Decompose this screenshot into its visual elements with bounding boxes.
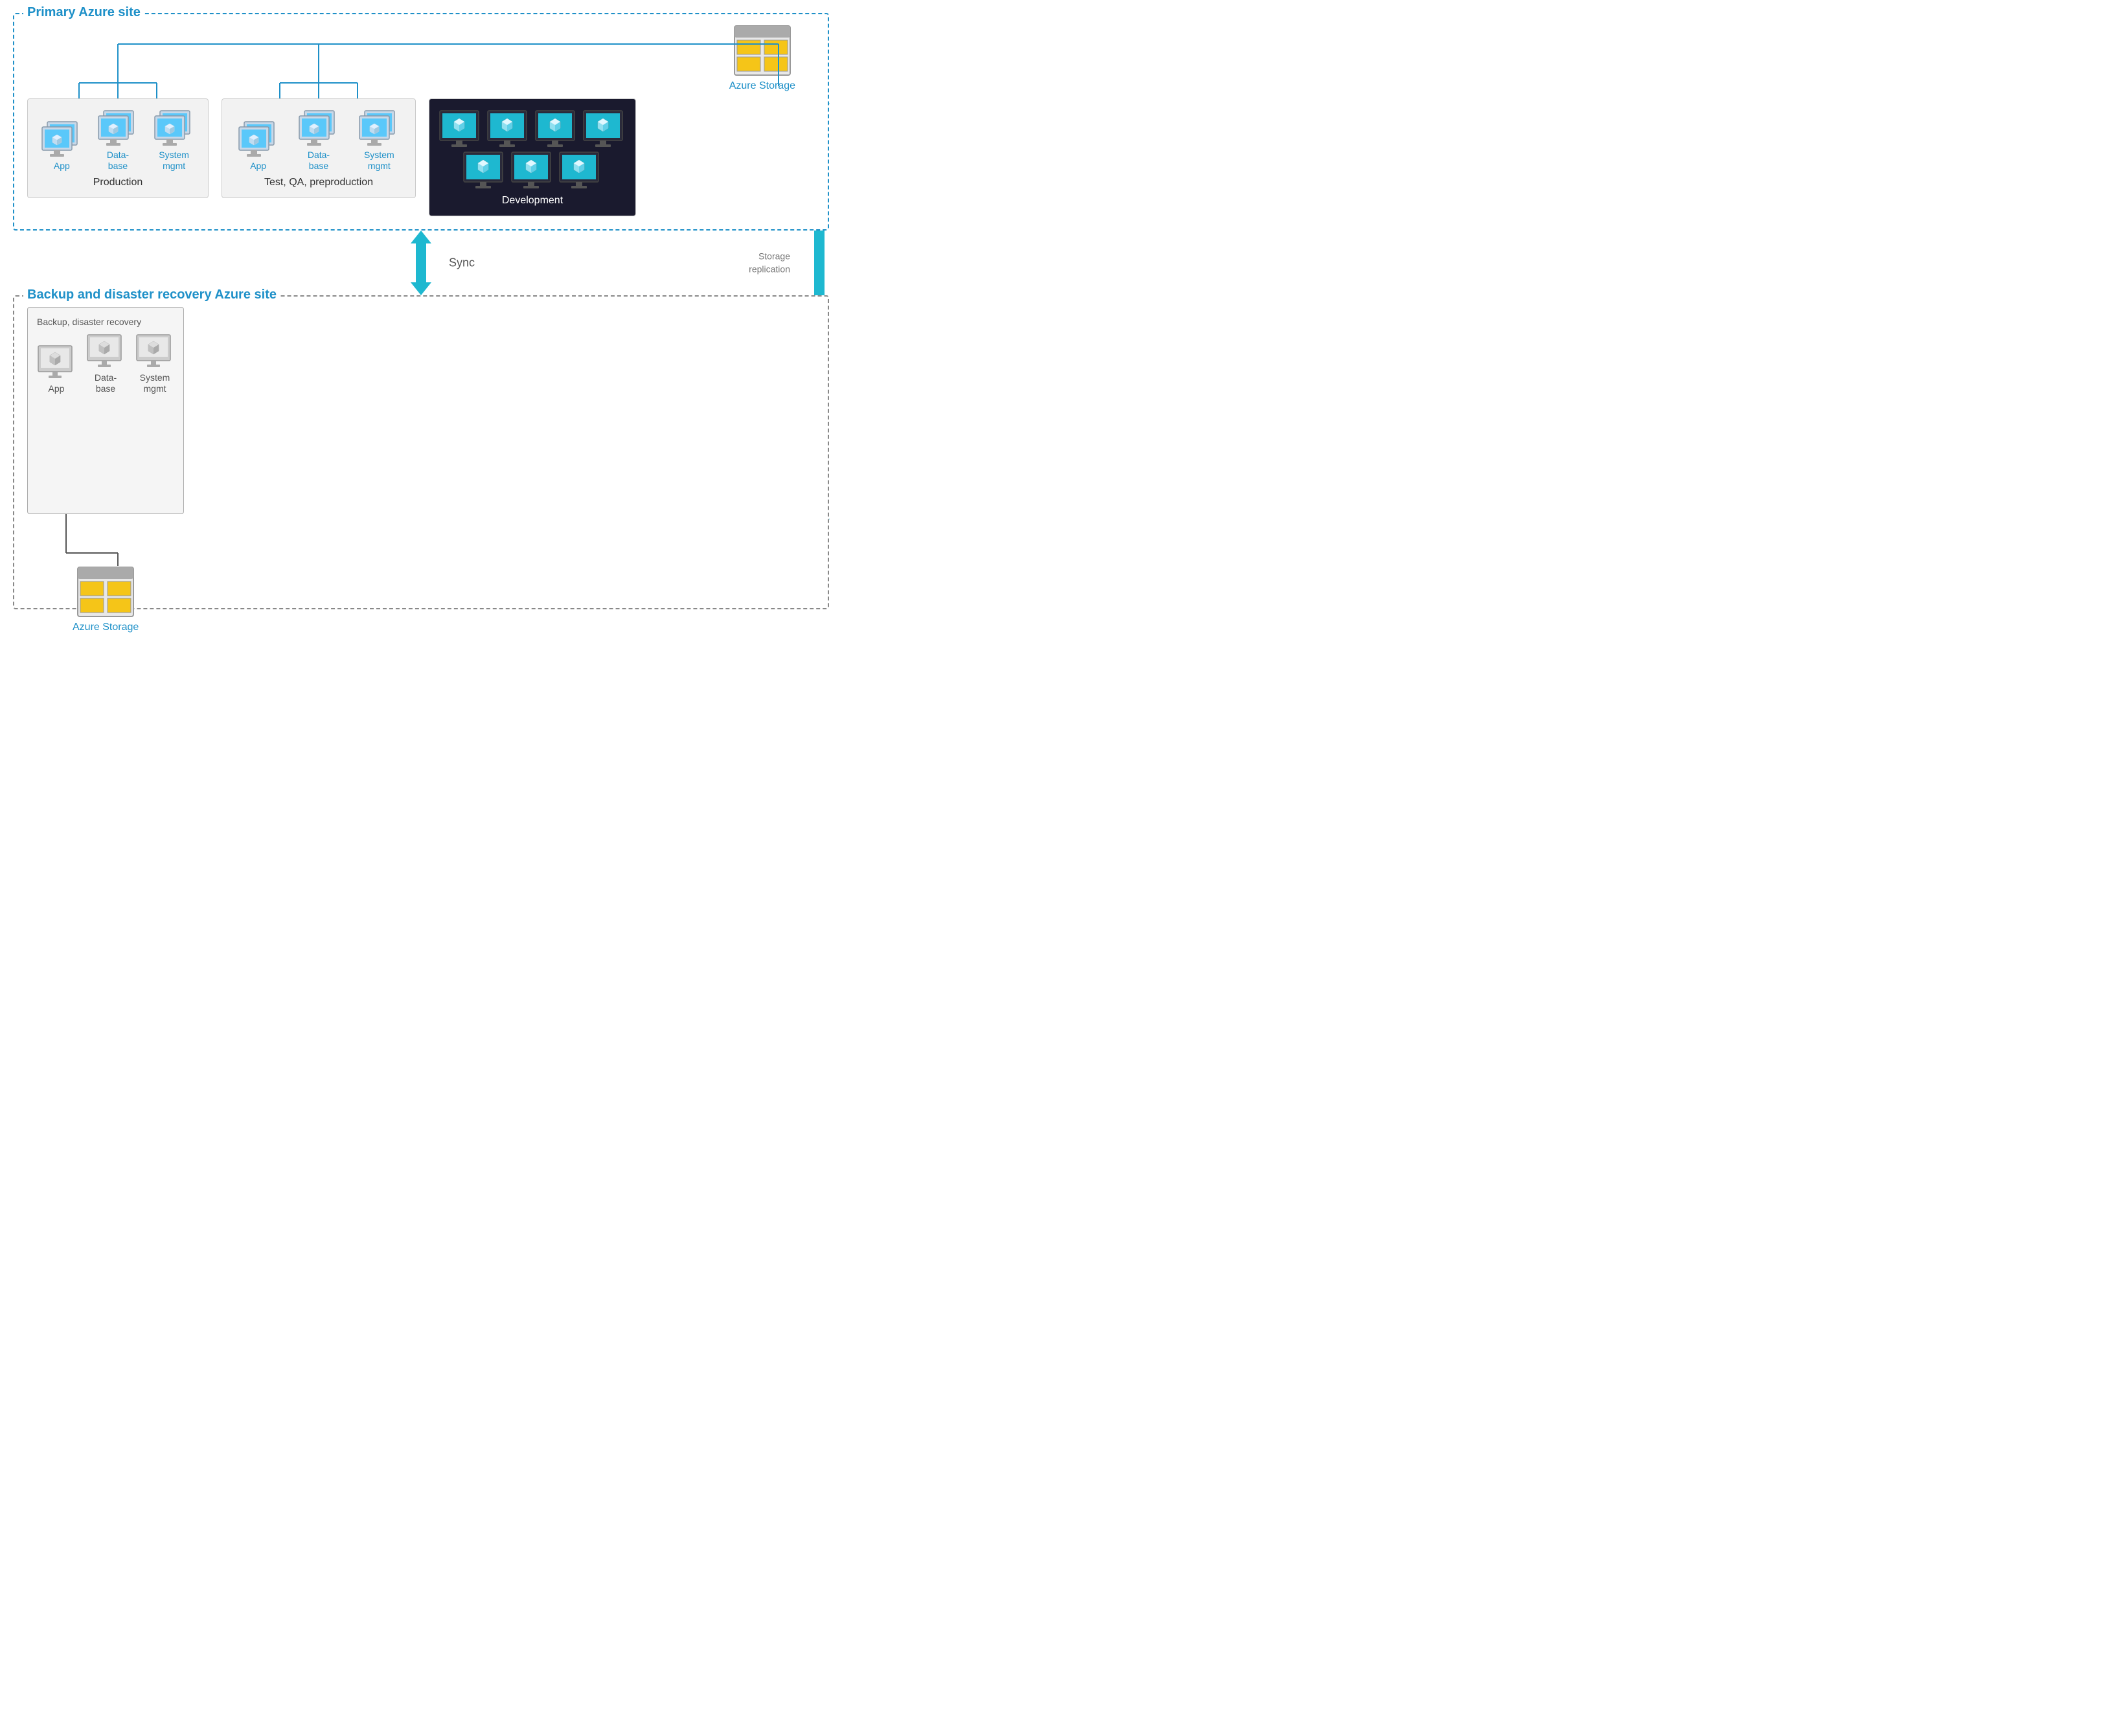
app-cluster-backup: App — [37, 344, 76, 394]
production-group: App — [27, 98, 209, 198]
sync-area: Sync Storage replication — [13, 231, 829, 295]
app-label-prod: App — [54, 161, 70, 172]
dev-bottom-row — [462, 151, 602, 190]
primary-storage-label: Azure Storage — [729, 80, 795, 92]
backup-clusters-row: App — [37, 333, 174, 394]
dev-monitor-7 — [558, 151, 602, 190]
sysmgmt-cluster-backup: Systemmgmt — [135, 333, 174, 394]
dev-top-row — [438, 109, 626, 148]
dev-monitor-1 — [438, 109, 483, 148]
sync-label: Sync — [449, 256, 475, 270]
dev-monitor-6 — [510, 151, 554, 190]
dev-monitor-2 — [486, 109, 530, 148]
sysmgmt-label-prod: Systemmgmt — [159, 150, 189, 172]
backup-site: Backup and disaster recovery Azure site … — [13, 295, 829, 609]
production-clusters: App — [37, 109, 199, 172]
sysmgmt-label-backup: Systemmgmt — [140, 372, 170, 394]
backup-vm-box: Backup, disaster recovery — [27, 307, 184, 514]
backup-storage-block: Azure Storage — [73, 566, 139, 633]
app-label-testqa: App — [250, 161, 266, 172]
primary-site-label: Primary Azure site — [23, 5, 144, 20]
vm-groups-row: App — [27, 98, 815, 216]
dev-monitor-4 — [582, 109, 626, 148]
database-cluster-prod: Data-base — [97, 109, 139, 172]
database-label-backup: Data-base — [95, 372, 117, 394]
app-cluster-prod: App — [41, 120, 82, 172]
monitor-stack-app-testqa — [238, 120, 279, 158]
testqa-clusters: App — [231, 109, 406, 172]
database-cluster-backup: Data-base — [86, 333, 125, 394]
backup-site-label: Backup and disaster recovery Azure site — [23, 287, 280, 302]
backup-storage-label: Azure Storage — [73, 622, 139, 633]
database-label-prod: Data-base — [107, 150, 129, 172]
database-cluster-testqa: Data-base — [298, 109, 339, 172]
monitor-grey-db — [86, 333, 125, 370]
production-label: Production — [37, 177, 199, 188]
backup-box-label: Backup, disaster recovery — [37, 317, 174, 327]
testqa-group: App — [222, 98, 416, 198]
development-label: Development — [438, 195, 626, 207]
sysmgmt-label-testqa: Systemmgmt — [364, 150, 394, 172]
primary-top-area: Azure Storage — [27, 25, 815, 92]
development-grid — [438, 109, 626, 190]
storage-replication-label: Storage replication — [749, 250, 790, 275]
primary-site: Primary Azure site — [13, 13, 829, 231]
backup-left: Backup, disaster recovery — [27, 307, 189, 595]
monitor-grey-app — [37, 344, 76, 381]
sysmgmt-cluster-testqa: Systemmgmt — [358, 109, 400, 172]
development-group: Development — [429, 98, 636, 216]
diagram-wrapper: Primary Azure site — [13, 13, 829, 609]
dev-monitor-3 — [534, 109, 578, 148]
database-label-testqa: Data-base — [308, 150, 330, 172]
testqa-label: Test, QA, preproduction — [231, 177, 406, 188]
primary-storage-block: Azure Storage — [729, 25, 795, 92]
monitor-stack-sysmgmt-testqa — [358, 109, 400, 147]
sysmgmt-cluster-prod: Systemmgmt — [154, 109, 195, 172]
monitor-stack-db-testqa — [298, 109, 339, 147]
app-cluster-testqa: App — [238, 120, 279, 172]
monitor-stack-sysmgmt-prod — [154, 109, 195, 147]
app-label-backup: App — [49, 383, 65, 394]
monitor-stack-db-prod — [97, 109, 139, 147]
azure-storage-icon-primary — [733, 25, 791, 76]
monitor-stack-app-prod — [41, 120, 82, 158]
dev-monitor-5 — [462, 151, 506, 190]
primary-storage-area: Azure Storage — [27, 25, 815, 92]
monitor-grey-sysmgmt — [135, 333, 174, 370]
backup-storage-area: Azure Storage — [27, 514, 189, 595]
sync-arrow — [402, 231, 440, 295]
azure-storage-icon-backup — [76, 566, 135, 618]
backup-content: Backup, disaster recovery — [27, 307, 815, 595]
